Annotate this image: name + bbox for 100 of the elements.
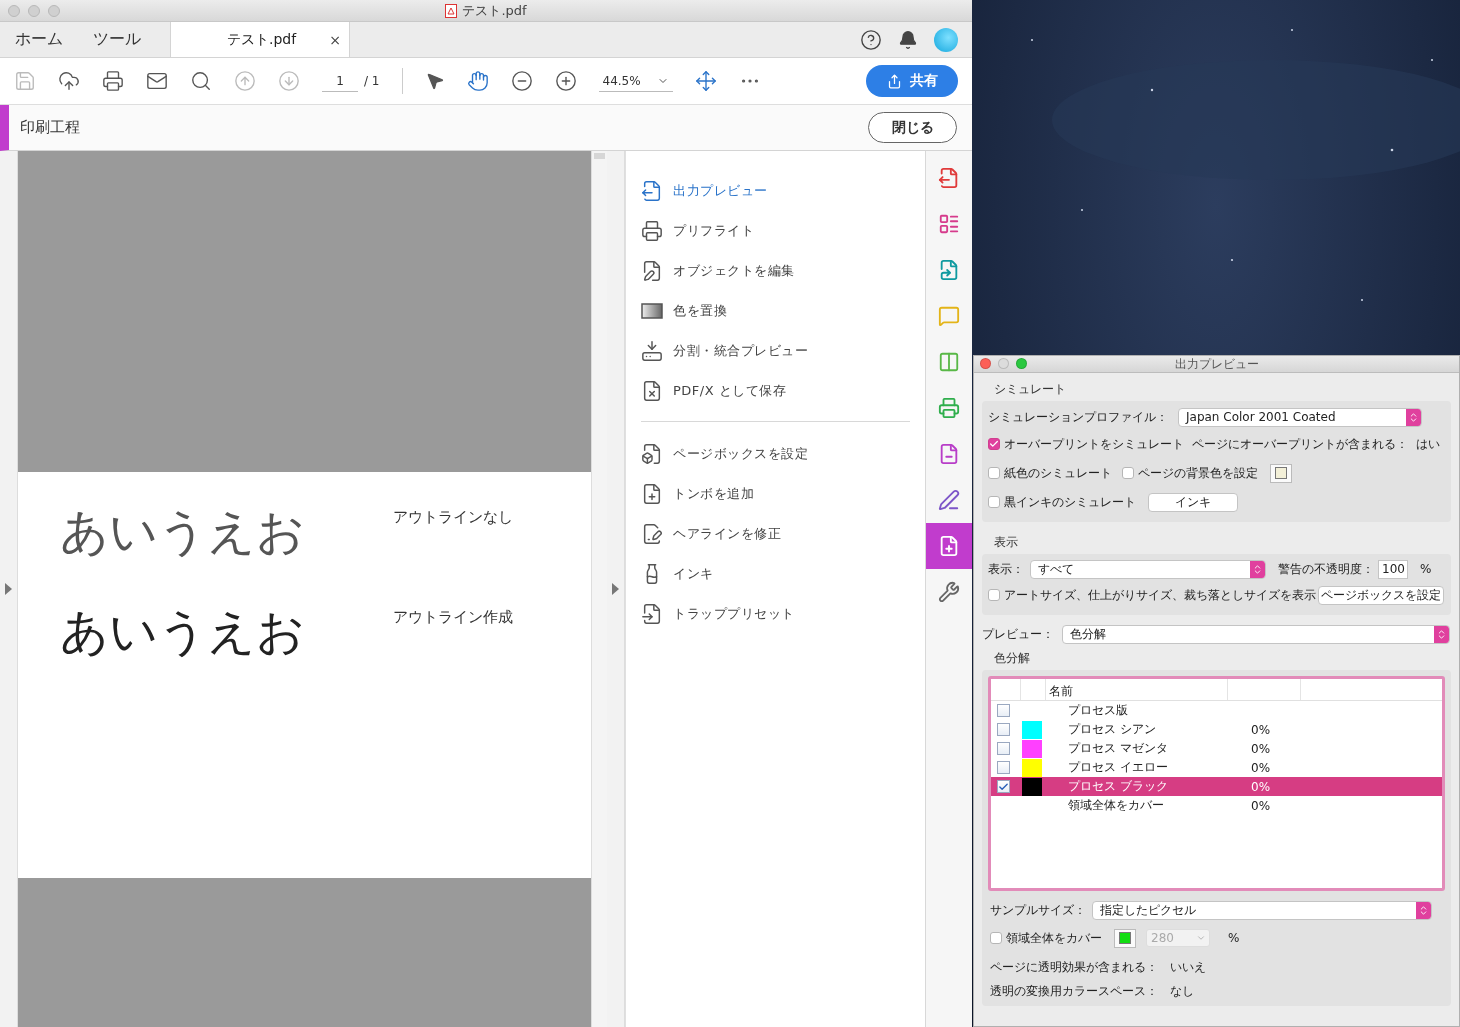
tool-item[interactable]: 出力プレビュー [641,171,910,211]
tool-item[interactable]: 分割・統合プレビュー [641,331,910,371]
search-icon[interactable] [190,70,212,92]
field-value: はい [1416,435,1440,453]
color-well[interactable] [1270,463,1292,483]
table-cell-text: 0% [1251,779,1272,794]
sample-size-dropdown[interactable]: 指定したピクセル [1092,900,1432,920]
profile-dropdown[interactable]: Japan Color 2001 Coated [1178,407,1422,427]
file-x-icon [641,380,663,402]
separation-row[interactable]: プロセス版 [991,701,1442,720]
page-box-button[interactable]: ページボックスを設定 [1318,585,1444,605]
print-icon[interactable] [102,70,124,92]
zoom-dropdown[interactable]: 44.5% [598,70,673,92]
bell-icon[interactable] [898,29,918,50]
zoom-in-icon[interactable] [554,70,577,92]
cloud-upload-icon[interactable] [58,70,80,92]
separation-row[interactable]: プロセス ブラック 0% [991,777,1442,796]
unit-label: % [1228,931,1240,945]
ink-simulation-checkbox[interactable]: 黒インキのシミュレート [988,493,1136,511]
tool-item[interactable]: PDF/X として保存 [641,371,910,411]
share-button[interactable]: 共有 [866,65,958,97]
separation-row[interactable]: プロセス シアン 0% [991,720,1442,739]
stepper-arrows-icon [1250,560,1265,578]
sample-label: アウトラインなし [393,508,513,527]
window-title: テスト.pdf [445,1,527,20]
hand-icon[interactable] [466,70,489,92]
field-label: サンプルサイズ： [990,901,1087,919]
collapse-arrow-icon[interactable] [612,583,619,595]
separation-row[interactable]: プロセス イエロー 0% [991,758,1442,777]
section-heading: 色分解 [994,650,1031,667]
caret-icon [1196,933,1206,943]
fit-page-icon[interactable] [694,70,717,92]
tool-title: 印刷工程 [20,118,80,137]
separation-checkbox[interactable] [997,780,1010,793]
tool-item[interactable]: トンボを追加 [641,474,910,514]
display-dropdown[interactable]: すべて [1030,559,1266,579]
field-label: ページにオーバープリントが含まれる： [1192,435,1408,453]
table-cell-text: プロセス ブラック [1068,778,1169,795]
overprint-checkbox[interactable]: オーバープリントをシミュレート [988,435,1184,453]
zoom-out-icon[interactable] [510,70,533,92]
color-well[interactable] [1114,928,1136,948]
table-cell-text: 0% [1251,798,1272,813]
close-tab-button[interactable]: × [329,31,341,48]
table-cell-text: プロセス シアン [1068,721,1157,738]
document-tab[interactable]: テスト.pdf × [170,22,350,57]
page-background-checkbox[interactable]: ページの背景色を設定 [1122,464,1258,482]
tool-item[interactable]: ヘアラインを修正 [641,514,910,554]
mail-icon[interactable] [146,70,168,92]
nav-tab[interactable]: ツール [78,22,156,57]
rail-button[interactable] [926,523,972,569]
field-label: シミュレーションプロファイル： [988,408,1169,426]
paper-color-checkbox[interactable]: 紙色のシミュレート [988,464,1112,482]
tool-item[interactable]: プリフライト [641,211,910,251]
field-label: プレビュー： [982,625,1055,643]
field-label: 表示： [988,560,1025,578]
page-number-field[interactable]: 1 [322,70,358,92]
tool-item[interactable]: オブジェクトを編集 [641,251,910,291]
dialog-title: 出力プレビュー [1174,355,1259,373]
show-boxes-checkbox[interactable]: アートサイズ、仕上がりサイズ、裁ち落としサイズを表示 [988,586,1316,604]
section-heading: シミュレート [994,381,1067,398]
pdf-file-icon [445,3,458,18]
file-plus-icon [938,535,960,557]
sample-text: あいうえお [60,604,306,660]
signature-icon [938,489,960,511]
separation-checkbox[interactable] [997,723,1010,736]
scrollbar-thumb[interactable] [594,153,605,159]
separation-checkbox[interactable] [997,704,1010,717]
preview-dropdown[interactable]: 色分解 [1062,624,1450,644]
tool-item[interactable]: ページボックスを設定 [641,434,910,474]
separation-row[interactable]: プロセス マゼンタ 0% [991,739,1442,758]
ink-button[interactable]: インキ [1148,492,1238,512]
file-output-icon [641,180,663,202]
wrench-icon [938,581,960,603]
opacity-field[interactable]: 100 [1378,559,1408,579]
column-header[interactable]: 名前 [1046,679,1228,700]
separation-row[interactable]: 領域全体をカバー 0% [991,796,1442,815]
checkmark-icon [989,439,999,449]
file-box-icon [641,443,663,465]
separation-checkbox[interactable] [997,742,1010,755]
table-cell-text: プロセス版 [1068,702,1129,719]
help-icon[interactable] [860,28,882,51]
nav-tab[interactable]: ホーム [0,22,78,57]
table-cell-text: プロセス イエロー [1068,759,1169,776]
tool-item[interactable]: インキ [641,554,910,594]
comment-icon [938,305,960,327]
section-heading: 表示 [994,534,1019,551]
field-label: 透明の変換用カラースペース： [990,982,1159,1000]
file-export-icon [938,167,960,189]
tool-item[interactable]: トラッププリセット [641,594,910,634]
file-plus-icon [641,483,663,505]
file-edit-icon [641,260,663,282]
close-button[interactable]: 閉じる [868,112,957,143]
separation-checkbox[interactable] [997,761,1010,774]
table-cell-text: プロセス マゼンタ [1068,740,1169,757]
layout-list-icon [938,213,960,235]
columns-icon [938,351,960,373]
expand-arrow-icon[interactable] [5,583,12,595]
table-cell-text: 領域全体をカバー [1068,797,1165,814]
tool-item[interactable]: 色を置換 [641,291,910,331]
stepper-arrows-icon [1434,625,1449,643]
